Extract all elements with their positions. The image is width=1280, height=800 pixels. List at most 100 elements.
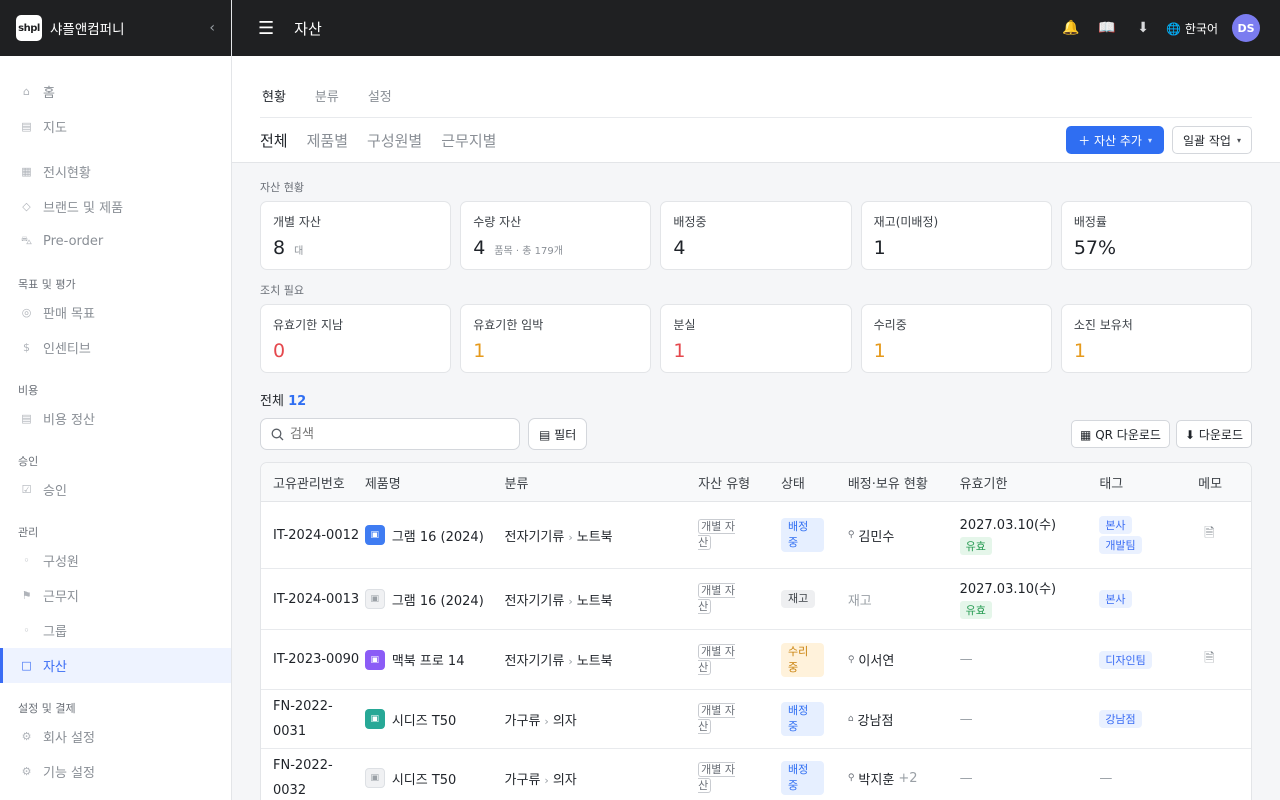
qr-download-button[interactable]: ▦ QR 다운로드 <box>1071 420 1170 448</box>
sidebar-item-label: 전시현황 <box>43 166 91 181</box>
col-header-type[interactable]: 자산 유형 <box>698 473 781 492</box>
sidebar-item-approval[interactable]: ☑ 승인 <box>0 472 231 507</box>
stat-card-stock[interactable]: 재고(미배정) 1 <box>860 201 1052 270</box>
bulk-action-label: 일괄 작업 <box>1183 133 1231 148</box>
flag-icon: ⚑ <box>21 589 32 602</box>
sub-tab-row: 전체 제품별 구성원별 근무지별 ＋ 자산 추가 ▾ 일괄 작업 ▾ <box>260 118 1252 162</box>
memo-icon[interactable] <box>1198 592 1204 607</box>
sidebar-item-members[interactable]: ◦ 구성원 <box>0 543 231 578</box>
sidebar-item-home[interactable]: ⌂ 홈 <box>0 74 231 109</box>
chevron-right-icon: › <box>544 773 549 787</box>
table-row[interactable]: IT-2023-0090 ▣ 맥북 프로 14 전자기기류 › 노트북 개별 자산 수… <box>261 630 1251 690</box>
subtab-by-product[interactable]: 제품별 <box>307 130 348 151</box>
chevron-right-icon: › <box>544 714 549 728</box>
tag-badge[interactable]: 개발팀 <box>1099 536 1142 554</box>
download-button[interactable]: ⬇ 다운로드 <box>1175 420 1252 448</box>
grid-icon: ▦ <box>21 165 32 178</box>
bulk-action-button[interactable]: 일괄 작업 ▾ <box>1172 126 1252 154</box>
col-header-tags[interactable]: 태그 <box>1099 473 1198 492</box>
stat-value: 1 <box>473 340 486 362</box>
stat-card-individual[interactable]: 개별 자산 8 대 <box>260 201 452 270</box>
language-selector[interactable]: 🌐 한국어 <box>1166 20 1218 37</box>
table-row[interactable]: IT-2024-0012 ▣ 그램 16 (2024) 전자기기류 › 노트북 개별 … <box>261 502 1251 569</box>
asset-type-tag: 개별 자산 <box>698 643 735 675</box>
col-header-status[interactable]: 상태 <box>781 473 848 492</box>
table-header: 고유관리번호 제품명 분류 자산 유형 상태 배정·보유 현황 유효기한 태그 … <box>261 463 1251 502</box>
subtab-all[interactable]: 전체 <box>260 130 288 151</box>
table-row[interactable]: FN-2022-0031 ▣ 시디즈 T50 가구류 › 의자 개별 자산 배정중 ⌂… <box>261 690 1251 749</box>
table-row[interactable]: FN-2022-0032 ▣ 시디즈 T50 가구류 › 의자 개별 자산 배정중 ⚲… <box>261 749 1251 800</box>
col-header-product[interactable]: 제품명 <box>365 473 505 492</box>
sidebar-item-preorder[interactable]: ⛍ Pre-order <box>0 224 231 259</box>
sidebar-item-incentive[interactable]: $ 인센티브 <box>0 330 231 365</box>
sidebar-item-workplace[interactable]: ⚑ 근무지 <box>0 578 231 613</box>
filter-button[interactable]: ▤ 필터 <box>528 418 588 450</box>
tab-settings[interactable]: 설정 <box>366 86 392 105</box>
asset-type-tag: 개별 자산 <box>698 703 735 734</box>
avatar[interactable]: DS <box>1232 14 1260 42</box>
collapse-sidebar-icon[interactable]: ‹ <box>209 20 215 36</box>
sidebar-item-company-settings[interactable]: ⚙ 회사 설정 <box>0 719 231 754</box>
stat-card-assign-rate[interactable]: 배정률 57% <box>1060 201 1253 270</box>
sidebar-item-expense[interactable]: ▤ 비용 정산 <box>0 401 231 436</box>
stat-card-assigned[interactable]: 배정중 4 <box>660 201 852 270</box>
memo-icon[interactable] <box>1198 712 1204 727</box>
memo-icon[interactable] <box>1198 771 1204 786</box>
sidebar-item-brands-products[interactable]: ◇ 브랜드 및 제품 <box>0 189 231 224</box>
tab-overview[interactable]: 현황 <box>260 86 286 105</box>
memo-icon[interactable]: 🗎 <box>1198 526 1214 541</box>
memo-icon[interactable]: 🗎 <box>1198 651 1214 666</box>
stat-label: 유효기한 지남 <box>273 318 344 332</box>
tab-category[interactable]: 분류 <box>313 86 339 105</box>
sidebar-item-assets[interactable]: □ 자산 <box>0 648 231 683</box>
sidebar-item-feature-settings[interactable]: ⚙ 기능 설정 <box>0 754 231 789</box>
stat-value: 1 <box>673 340 686 362</box>
sidebar-item-display-status[interactable]: ▦ 전시현황 <box>0 154 231 189</box>
col-header-expiry[interactable]: 유효기한 <box>960 473 1100 492</box>
col-header-memo[interactable]: 메모 <box>1198 473 1251 492</box>
stat-card-depleted[interactable]: 소진 보유처 1 <box>1060 304 1253 373</box>
sidebar: shpl 샤플앤컴퍼니 ‹ ⌂ 홈 ▤ 지도 ▦ 전시현황 ◇ 브랜드 및 제품 ⛍ Pr… <box>0 0 232 800</box>
table-row[interactable]: IT-2024-0013 ▣ 그램 16 (2024) 전자기기류 › 노트북 개별 … <box>261 569 1251 630</box>
company-name: 샤플앤컴퍼니 <box>50 22 125 38</box>
asset-type-tag: 개별 자산 <box>698 762 735 793</box>
company-logo[interactable]: shpl <box>16 15 42 41</box>
dollar-icon: $ <box>23 341 30 354</box>
stat-card-expiring[interactable]: 유효기한 임박 1 <box>460 304 652 373</box>
sidebar-item-group[interactable]: ◦ 그룹 <box>0 613 231 648</box>
subtab-by-member[interactable]: 구성원별 <box>367 130 422 151</box>
tag-badge[interactable]: 강남점 <box>1099 710 1142 728</box>
search-input[interactable] <box>290 426 490 442</box>
add-asset-button[interactable]: ＋ 자산 추가 ▾ <box>1066 126 1164 154</box>
stat-label: 개별 자산 <box>273 215 321 229</box>
tag-badge[interactable]: 본사 <box>1099 516 1132 534</box>
stat-value: 1 <box>873 340 886 362</box>
sidebar-section-manage: 관리 <box>18 526 39 539</box>
sidebar-item-sales-goal[interactable]: ◎ 판매 목표 <box>0 295 231 330</box>
category-main: 가구류 <box>504 713 541 729</box>
stat-card-lost[interactable]: 분실 1 <box>660 304 852 373</box>
col-header-id[interactable]: 고유관리번호 <box>261 473 365 492</box>
stat-card-expired[interactable]: 유효기한 지남 0 <box>260 304 452 373</box>
sidebar-header: shpl 샤플앤컴퍼니 ‹ <box>0 0 231 56</box>
tag-badge[interactable]: 본사 <box>1099 590 1132 608</box>
menu-icon[interactable]: ☰ <box>258 18 274 39</box>
col-header-category[interactable]: 분류 <box>505 473 699 492</box>
sidebar-item-label: 기능 설정 <box>43 766 95 781</box>
stat-card-quantity[interactable]: 수량 자산 4 품목 · 총 179개 <box>460 201 652 270</box>
download-icon[interactable]: ⬇ <box>1128 13 1158 43</box>
sidebar-item-map[interactable]: ▤ 지도 <box>0 109 231 144</box>
subtab-by-workplace[interactable]: 근무지별 <box>441 130 496 151</box>
map-icon: ▤ <box>21 120 32 133</box>
expiry-date: — <box>959 711 973 727</box>
search-box[interactable] <box>260 418 520 450</box>
stat-label: 분실 <box>673 318 696 332</box>
assignee: 재고 <box>847 593 872 609</box>
person-icon: ⚲ <box>847 530 855 540</box>
stat-card-repair[interactable]: 수리중 1 <box>860 304 1052 373</box>
col-header-assignment[interactable]: 배정·보유 현황 <box>848 473 960 492</box>
tag-badge[interactable]: 디자인팀 <box>1099 650 1152 669</box>
extra-assignee-count[interactable]: +2 <box>898 771 917 786</box>
bell-icon[interactable]: 🔔 <box>1056 13 1086 43</box>
book-icon[interactable]: 📖 <box>1092 13 1122 43</box>
